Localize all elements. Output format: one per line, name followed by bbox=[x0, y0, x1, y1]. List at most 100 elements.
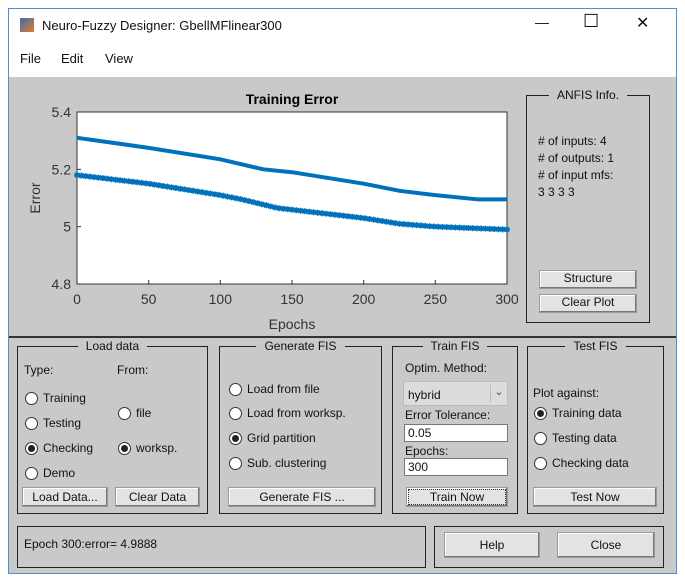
train-now-button[interactable]: Train Now bbox=[406, 487, 508, 507]
asterisk-marker bbox=[267, 203, 274, 210]
x-tick-label: 150 bbox=[280, 291, 304, 307]
from-label: From: bbox=[117, 363, 149, 377]
radio-label: Training bbox=[43, 391, 86, 405]
epochs-input[interactable]: 300 bbox=[404, 458, 508, 476]
minimize-button[interactable]: — bbox=[535, 14, 549, 30]
radio-grid-partition[interactable]: Grid partition bbox=[229, 431, 316, 445]
x-tick-label: 50 bbox=[141, 291, 157, 307]
structure-button[interactable]: Structure bbox=[539, 270, 637, 289]
asterisk-marker bbox=[250, 199, 257, 206]
radio-sub-clustering[interactable]: Sub. clustering bbox=[229, 456, 326, 470]
maximize-button[interactable]: ☐ bbox=[583, 11, 599, 32]
generate-fis-button[interactable]: Generate FIS ... bbox=[228, 487, 376, 507]
radio-label: Load from worksp. bbox=[247, 406, 346, 420]
test-now-button[interactable]: Test Now bbox=[533, 487, 657, 507]
radio-circle[interactable] bbox=[25, 441, 38, 455]
radio-testing-data[interactable]: Testing data bbox=[534, 431, 617, 445]
x-tick-label: 200 bbox=[352, 291, 376, 307]
optim-method-select[interactable]: hybrid ⌄ bbox=[403, 381, 508, 406]
radio-circle[interactable] bbox=[118, 406, 131, 420]
radio-label: Load from file bbox=[247, 382, 320, 396]
asterisk-marker bbox=[258, 201, 265, 208]
radio-demo[interactable]: Demo bbox=[25, 466, 75, 480]
radio-label: Sub. clustering bbox=[247, 456, 327, 470]
asterisk-marker bbox=[237, 196, 244, 203]
info-inputs: # of inputs: 4 bbox=[538, 134, 607, 148]
radio-circle[interactable] bbox=[229, 382, 242, 396]
radio-label: Grid partition bbox=[247, 431, 316, 445]
load-data-title: Load data bbox=[77, 339, 148, 353]
radio-label: file bbox=[136, 406, 152, 420]
x-axis-label: Epochs bbox=[269, 316, 316, 332]
radio-circle[interactable] bbox=[534, 406, 547, 420]
load-data-button[interactable]: Load Data... bbox=[22, 487, 108, 507]
clear-plot-button[interactable]: Clear Plot bbox=[539, 294, 637, 313]
radio-label: Testing data bbox=[552, 431, 617, 445]
divider bbox=[9, 336, 676, 338]
radio-circle[interactable] bbox=[534, 456, 547, 470]
training-error-chart: Training Error Epochs Error 0 50 100 150 200 250… bbox=[27, 91, 519, 332]
x-tick-label: 250 bbox=[424, 291, 448, 307]
x-tick-label: 100 bbox=[209, 291, 233, 307]
radio-circle[interactable] bbox=[25, 466, 38, 480]
plot-against-label: Plot against: bbox=[533, 386, 600, 400]
optim-method-label: Optim. Method: bbox=[405, 361, 488, 375]
status-box: Epoch 300:error= 4.9888 bbox=[17, 526, 426, 568]
help-button[interactable]: Help bbox=[444, 532, 540, 558]
radio-load-from-worksp[interactable]: Load from worksp. bbox=[229, 406, 346, 420]
anfis-info-title: ANFIS Info. bbox=[548, 88, 628, 102]
train-fis-title: Train FIS bbox=[422, 339, 488, 353]
info-input-mfs: 3 3 3 3 bbox=[538, 185, 575, 199]
generate-fis-title: Generate FIS bbox=[256, 339, 345, 353]
asterisk-marker bbox=[254, 200, 261, 207]
x-tick-label: 0 bbox=[73, 291, 81, 307]
chevron-down-icon: ⌄ bbox=[490, 385, 507, 402]
radio-label: Checking data bbox=[552, 456, 629, 470]
radio-label: Demo bbox=[43, 466, 76, 480]
x-tick-label: 300 bbox=[495, 291, 519, 307]
radio-circle[interactable] bbox=[118, 441, 131, 455]
radio-circle[interactable] bbox=[229, 406, 242, 420]
radio-circle[interactable] bbox=[229, 456, 242, 470]
radio-circle[interactable] bbox=[534, 431, 547, 445]
radio-training[interactable]: Training bbox=[25, 391, 86, 405]
type-label: Type: bbox=[24, 363, 54, 377]
radio-label: Training data bbox=[552, 406, 622, 420]
y-axis-label: Error bbox=[27, 182, 43, 213]
optim-method-value: hybrid bbox=[408, 388, 441, 402]
asterisk-marker bbox=[263, 202, 270, 209]
radio-checking[interactable]: Checking bbox=[25, 441, 93, 455]
radio-label: Checking bbox=[43, 441, 94, 455]
close-window-button[interactable]: ✕ bbox=[636, 13, 649, 33]
radio-label: Testing bbox=[43, 416, 82, 430]
radio-file[interactable]: file bbox=[118, 406, 151, 420]
radio-circle[interactable] bbox=[25, 416, 38, 430]
y-tick-label: 4.8 bbox=[52, 276, 72, 292]
error-tolerance-input[interactable]: 0.05 bbox=[404, 424, 508, 442]
radio-checking-data[interactable]: Checking data bbox=[534, 456, 629, 470]
radio-label: worksp. bbox=[136, 441, 178, 455]
error-tolerance-label: Error Tolerance: bbox=[405, 408, 491, 422]
radio-circle[interactable] bbox=[25, 391, 38, 405]
radio-worksp[interactable]: worksp. bbox=[118, 441, 177, 455]
y-tick-label: 5.2 bbox=[52, 161, 72, 177]
chart-title: Training Error bbox=[246, 91, 339, 107]
asterisk-marker bbox=[241, 197, 248, 204]
plot-area bbox=[76, 111, 508, 285]
info-outputs: # of outputs: 1 bbox=[538, 151, 615, 165]
asterisk-marker bbox=[246, 198, 252, 205]
info-input-mfs-label: # of input mfs: bbox=[538, 168, 614, 182]
anfis-info-text: # of inputs: 4 # of outputs: 1 # of inpu… bbox=[538, 133, 614, 201]
radio-load-from-file[interactable]: Load from file bbox=[229, 382, 320, 396]
y-tick-label: 5.4 bbox=[52, 104, 72, 120]
asterisk-marker bbox=[504, 226, 510, 233]
epochs-label: Epochs: bbox=[405, 444, 449, 458]
clear-data-button[interactable]: Clear Data bbox=[115, 487, 200, 507]
radio-training-data[interactable]: Training data bbox=[534, 406, 622, 420]
test-fis-title: Test FIS bbox=[565, 339, 626, 353]
y-tick-label: 5 bbox=[63, 219, 71, 235]
radio-testing[interactable]: Testing bbox=[25, 416, 81, 430]
radio-circle[interactable] bbox=[229, 431, 242, 445]
status-text: Epoch 300:error= 4.9888 bbox=[24, 537, 158, 551]
close-button[interactable]: Close bbox=[557, 532, 655, 558]
